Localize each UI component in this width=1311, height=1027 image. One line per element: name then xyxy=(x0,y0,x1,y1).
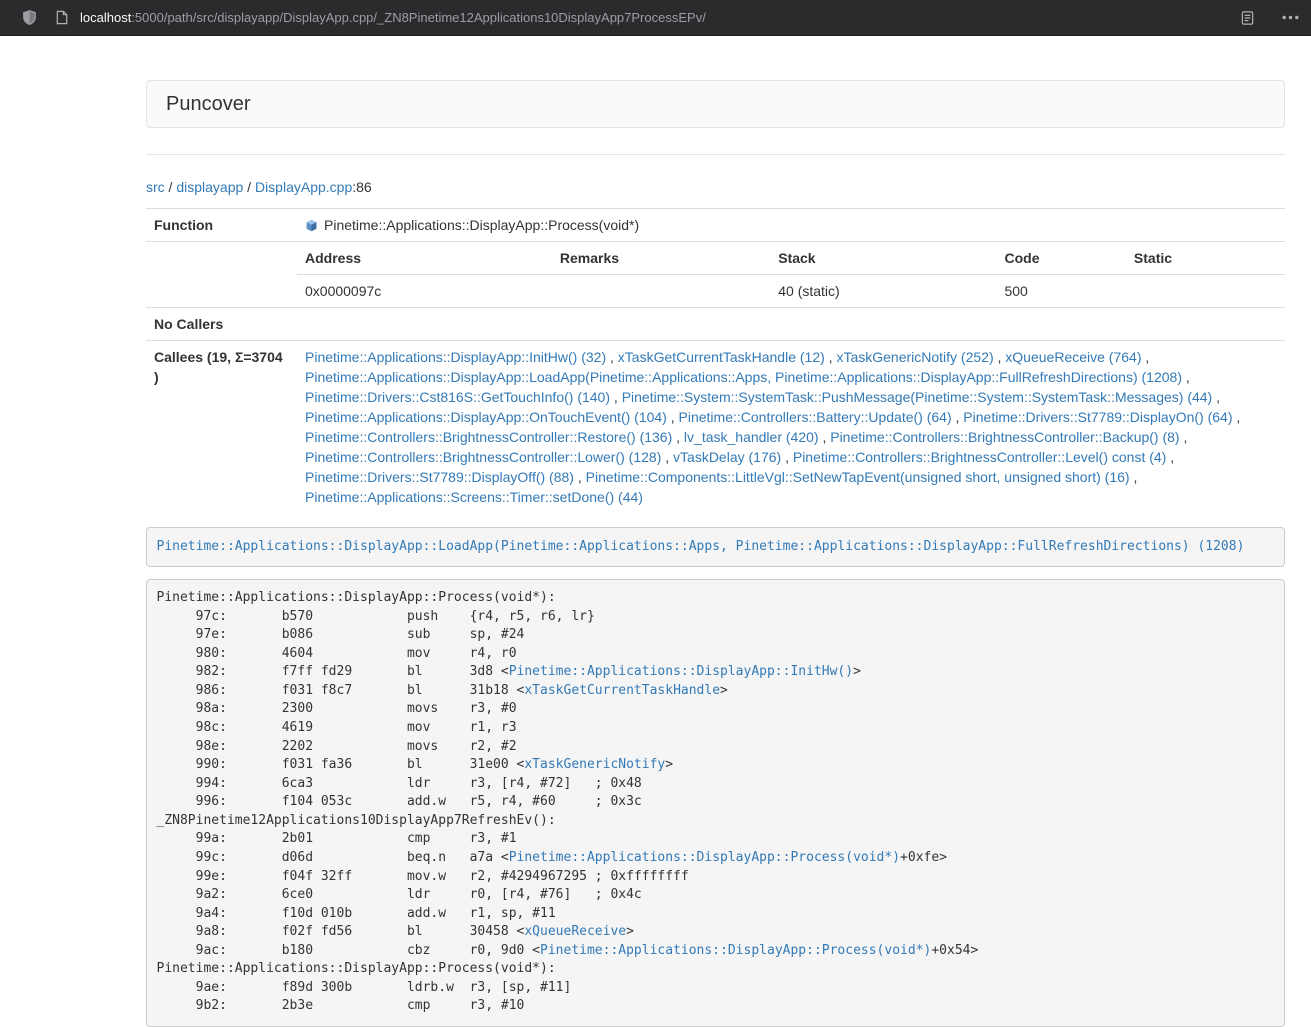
metrics-value-row: 0x0000097c 40 (static) 500 xyxy=(297,275,1285,308)
col-code: Code xyxy=(996,242,1125,275)
col-static: Static xyxy=(1126,242,1285,275)
code-symbol-link[interactable]: Pinetime::Applications::DisplayApp::Proc… xyxy=(509,850,900,865)
callee-link[interactable]: Pinetime::Applications::DisplayApp::Load… xyxy=(305,369,1182,385)
divider xyxy=(146,154,1285,155)
callee-link[interactable]: Pinetime::Controllers::BrightnessControl… xyxy=(305,449,661,465)
col-stack: Stack xyxy=(770,242,996,275)
callees-label: Callees (19, Σ=3704 ) xyxy=(146,341,297,514)
callee-link[interactable]: Pinetime::Controllers::BrightnessControl… xyxy=(830,429,1179,445)
callees-list: Pinetime::Applications::DisplayApp::Init… xyxy=(297,341,1285,514)
breadcrumb-link[interactable]: displayapp xyxy=(176,179,243,195)
callee-link[interactable]: vTaskDelay (176) xyxy=(673,449,781,465)
metrics-cell: Address Remarks Stack Code Static 0x0000… xyxy=(297,242,1285,308)
metrics-table: Address Remarks Stack Code Static 0x0000… xyxy=(297,242,1285,307)
app-title: Puncover xyxy=(166,92,1265,116)
callee-link[interactable]: Pinetime::System::SystemTask::PushMessag… xyxy=(622,389,1213,405)
no-callers-row: No Callers xyxy=(146,308,1285,341)
code-symbol-link[interactable]: Pinetime::Applications::DisplayApp::Proc… xyxy=(540,943,931,958)
breadcrumb-link[interactable]: DisplayApp.cpp xyxy=(255,179,352,195)
function-row: Function Pinetime::Applications::Display… xyxy=(146,209,1285,242)
disassembly-code: Pinetime::Applications::DisplayApp::Proc… xyxy=(146,579,1285,1027)
no-callers-label: No Callers xyxy=(146,308,297,341)
url-host: localhost xyxy=(80,10,131,25)
callees-row: Callees (19, Σ=3704 ) Pinetime::Applicat… xyxy=(146,341,1285,514)
toolbar-right-icons xyxy=(1240,10,1299,26)
code-symbol-link[interactable]: Pinetime::Applications::DisplayApp::Init… xyxy=(509,664,853,679)
callee-link[interactable]: xTaskGenericNotify (252) xyxy=(836,349,993,365)
app-header-panel: Puncover xyxy=(146,80,1285,128)
function-table: Function Pinetime::Applications::Display… xyxy=(146,208,1285,513)
url-path: :5000/path/src/displayapp/DisplayApp.cpp… xyxy=(131,10,706,25)
shield-icon[interactable] xyxy=(21,9,38,26)
code-value: 500 xyxy=(996,275,1125,308)
callee-link[interactable]: Pinetime::Controllers::BrightnessControl… xyxy=(793,449,1166,465)
callee-link[interactable]: Pinetime::Controllers::Battery::Update()… xyxy=(679,409,952,425)
reader-mode-icon[interactable] xyxy=(1240,10,1255,26)
callee-link[interactable]: Pinetime::Drivers::St7789::DisplayOn() (… xyxy=(963,409,1232,425)
menu-dots-icon[interactable] xyxy=(1282,15,1299,20)
no-callers-cell xyxy=(297,308,1285,341)
callee-link[interactable]: xQueueReceive (764) xyxy=(1005,349,1141,365)
remarks-value xyxy=(552,275,770,308)
page-info-icon[interactable] xyxy=(55,10,69,25)
callee-link[interactable]: Pinetime::Applications::Screens::Timer::… xyxy=(305,489,643,505)
page-content: Puncover src / displayapp / DisplayApp.c… xyxy=(146,80,1285,1027)
code-symbol-link[interactable]: xTaskGetCurrentTaskHandle xyxy=(524,683,720,698)
function-name: Pinetime::Applications::DisplayApp::Proc… xyxy=(324,217,639,233)
metrics-header-row: Address Remarks Stack Code Static xyxy=(297,242,1285,275)
callee-link[interactable]: Pinetime::Drivers::St7789::DisplayOff() … xyxy=(305,469,574,485)
static-value xyxy=(1126,275,1285,308)
col-remarks: Remarks xyxy=(552,242,770,275)
selected-symbol-box: Pinetime::Applications::DisplayApp::Load… xyxy=(146,527,1285,567)
metrics-row: Address Remarks Stack Code Static 0x0000… xyxy=(146,242,1285,308)
function-label: Function xyxy=(146,209,297,242)
url-bar[interactable]: localhost:5000/path/src/displayapp/Displ… xyxy=(55,0,1240,35)
selected-symbol-link[interactable]: Pinetime::Applications::DisplayApp::Load… xyxy=(157,539,1245,554)
callee-link[interactable]: Pinetime::Drivers::Cst816S::GetTouchInfo… xyxy=(305,389,610,405)
browser-toolbar: localhost:5000/path/src/displayapp/Displ… xyxy=(0,0,1311,36)
breadcrumb-link[interactable]: src xyxy=(146,179,165,195)
stack-value: 40 (static) xyxy=(770,275,996,308)
function-icon xyxy=(305,219,318,232)
address-value: 0x0000097c xyxy=(297,275,552,308)
callee-link[interactable]: Pinetime::Applications::DisplayApp::Init… xyxy=(305,349,606,365)
col-address: Address xyxy=(297,242,552,275)
function-name-cell: Pinetime::Applications::DisplayApp::Proc… xyxy=(297,209,1285,242)
metrics-row-spacer xyxy=(146,242,297,308)
breadcrumb: src / displayapp / DisplayApp.cpp:86 xyxy=(146,177,1285,197)
code-symbol-link[interactable]: xTaskGenericNotify xyxy=(524,757,665,772)
callee-link[interactable]: Pinetime::Applications::DisplayApp::OnTo… xyxy=(305,409,667,425)
callee-link[interactable]: lv_task_handler (420) xyxy=(684,429,819,445)
callee-link[interactable]: xTaskGetCurrentTaskHandle (12) xyxy=(618,349,825,365)
code-symbol-link[interactable]: xQueueReceive xyxy=(524,924,626,939)
callee-link[interactable]: Pinetime::Components::LittleVgl::SetNewT… xyxy=(586,469,1130,485)
callee-link[interactable]: Pinetime::Controllers::BrightnessControl… xyxy=(305,429,672,445)
